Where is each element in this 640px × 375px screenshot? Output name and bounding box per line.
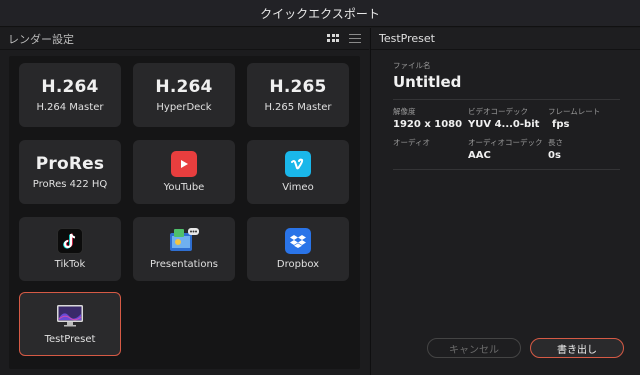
render-settings-panel: レンダー設定 H.264 H.264 Master H.264 HyperDec… xyxy=(0,28,369,375)
video-codec-value: YUV 4...0-bit xyxy=(468,119,540,130)
resolution-label: 解像度 xyxy=(393,107,416,116)
frame-rate-label: フレームレート xyxy=(548,107,601,116)
export-button[interactable]: 書き出し xyxy=(530,338,624,358)
frame-rate-value: fps xyxy=(552,119,570,130)
preset-label: TikTok xyxy=(54,259,86,270)
audio-info-row: オーディオ オーディオコーデック AAC 長さ 0s xyxy=(393,137,620,161)
window-title: クイックエクスポート xyxy=(0,0,640,27)
cancel-button[interactable]: キャンセル xyxy=(427,338,521,358)
preset-info: ファイル名 Untitled 解像度 1920 x 1080 ビデオコーデック … xyxy=(371,50,640,170)
preset-tiktok[interactable]: TikTok xyxy=(19,217,121,281)
filename-value[interactable]: Untitled xyxy=(393,73,620,91)
preset-codec: H.265 xyxy=(269,77,327,97)
tiktok-icon xyxy=(57,228,83,254)
preset-prores-422-hq[interactable]: ProRes ProRes 422 HQ xyxy=(19,140,121,204)
video-info-row: 解像度 1920 x 1080 ビデオコーデック YUV 4...0-bit フ… xyxy=(393,106,620,130)
preset-grid: H.264 H.264 Master H.264 HyperDeck H.265… xyxy=(9,56,360,369)
audio-label: オーディオ xyxy=(393,138,430,147)
filename-label: ファイル名 xyxy=(393,61,431,70)
preset-vimeo[interactable]: Vimeo xyxy=(247,140,349,204)
preset-label: ProRes 422 HQ xyxy=(32,179,108,190)
render-settings-header: レンダー設定 xyxy=(0,28,369,50)
divider xyxy=(393,99,620,100)
audio-codec-label: オーディオコーデック xyxy=(468,138,543,147)
preset-detail-panel: TestPreset ファイル名 Untitled 解像度 1920 x 108… xyxy=(370,28,640,375)
vimeo-icon xyxy=(285,151,311,177)
resolution-value: 1920 x 1080 xyxy=(393,119,463,130)
list-view-icon[interactable] xyxy=(349,34,361,43)
preset-label: TestPreset xyxy=(44,334,96,345)
preset-label: Presentations xyxy=(149,259,218,270)
length-label: 長さ xyxy=(548,138,563,147)
preset-detail-title: TestPreset xyxy=(379,32,435,45)
preset-presentations[interactable]: Presentations xyxy=(133,217,235,281)
preset-codec: H.264 xyxy=(155,77,213,97)
render-settings-title: レンダー設定 xyxy=(8,32,74,46)
preset-label: Dropbox xyxy=(276,259,320,270)
length-value: 0s xyxy=(548,150,561,161)
preset-hyperdeck[interactable]: H.264 HyperDeck xyxy=(133,63,235,127)
dropbox-icon xyxy=(285,228,311,254)
view-toggle xyxy=(327,34,361,43)
preset-label: HyperDeck xyxy=(156,102,212,113)
presentations-icon xyxy=(168,228,200,254)
divider xyxy=(393,169,620,170)
preset-label: Vimeo xyxy=(282,182,314,193)
video-codec-label: ビデオコーデック xyxy=(468,107,528,116)
youtube-icon xyxy=(171,151,197,177)
preset-label: YouTube xyxy=(163,182,205,193)
preset-codec: H.264 xyxy=(41,77,99,97)
preset-testpreset[interactable]: TestPreset xyxy=(19,292,121,356)
monitor-icon xyxy=(55,303,85,329)
preset-label: H.264 Master xyxy=(36,102,104,113)
preset-dropbox[interactable]: Dropbox xyxy=(247,217,349,281)
preset-codec: ProRes xyxy=(35,154,105,174)
preset-h265-master[interactable]: H.265 H.265 Master xyxy=(247,63,349,127)
preset-h264-master[interactable]: H.264 H.264 Master xyxy=(19,63,121,127)
preset-youtube[interactable]: YouTube xyxy=(133,140,235,204)
grid-view-icon[interactable] xyxy=(327,34,339,43)
preset-label: H.265 Master xyxy=(264,102,332,113)
audio-codec-value: AAC xyxy=(468,150,491,161)
preset-detail-header: TestPreset xyxy=(371,28,640,50)
